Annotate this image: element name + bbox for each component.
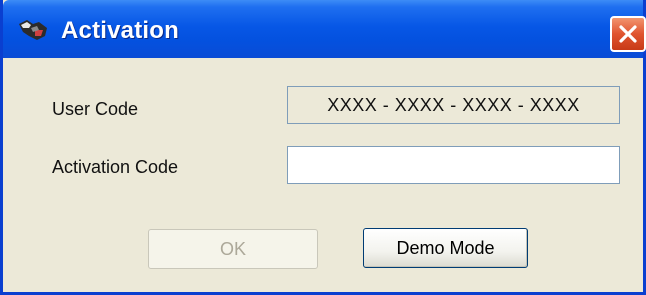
activation-code-input[interactable]	[287, 146, 620, 184]
close-icon	[619, 25, 637, 43]
window-title: Activation	[61, 17, 180, 44]
activation-code-label: Activation Code	[52, 157, 179, 177]
close-button[interactable]	[610, 16, 646, 52]
title-bar[interactable]: Activation	[3, 0, 646, 58]
user-code-label: User Code	[52, 99, 139, 119]
activation-app-icon	[19, 20, 47, 40]
demo-mode-button[interactable]: Demo Mode	[363, 228, 528, 268]
user-code-field: XXXX - XXXX - XXXX - XXXX	[287, 86, 620, 124]
activation-dialog: Activation User Code XXXX - XXXX - XXXX …	[0, 0, 646, 295]
ok-button[interactable]: OK	[148, 229, 318, 269]
